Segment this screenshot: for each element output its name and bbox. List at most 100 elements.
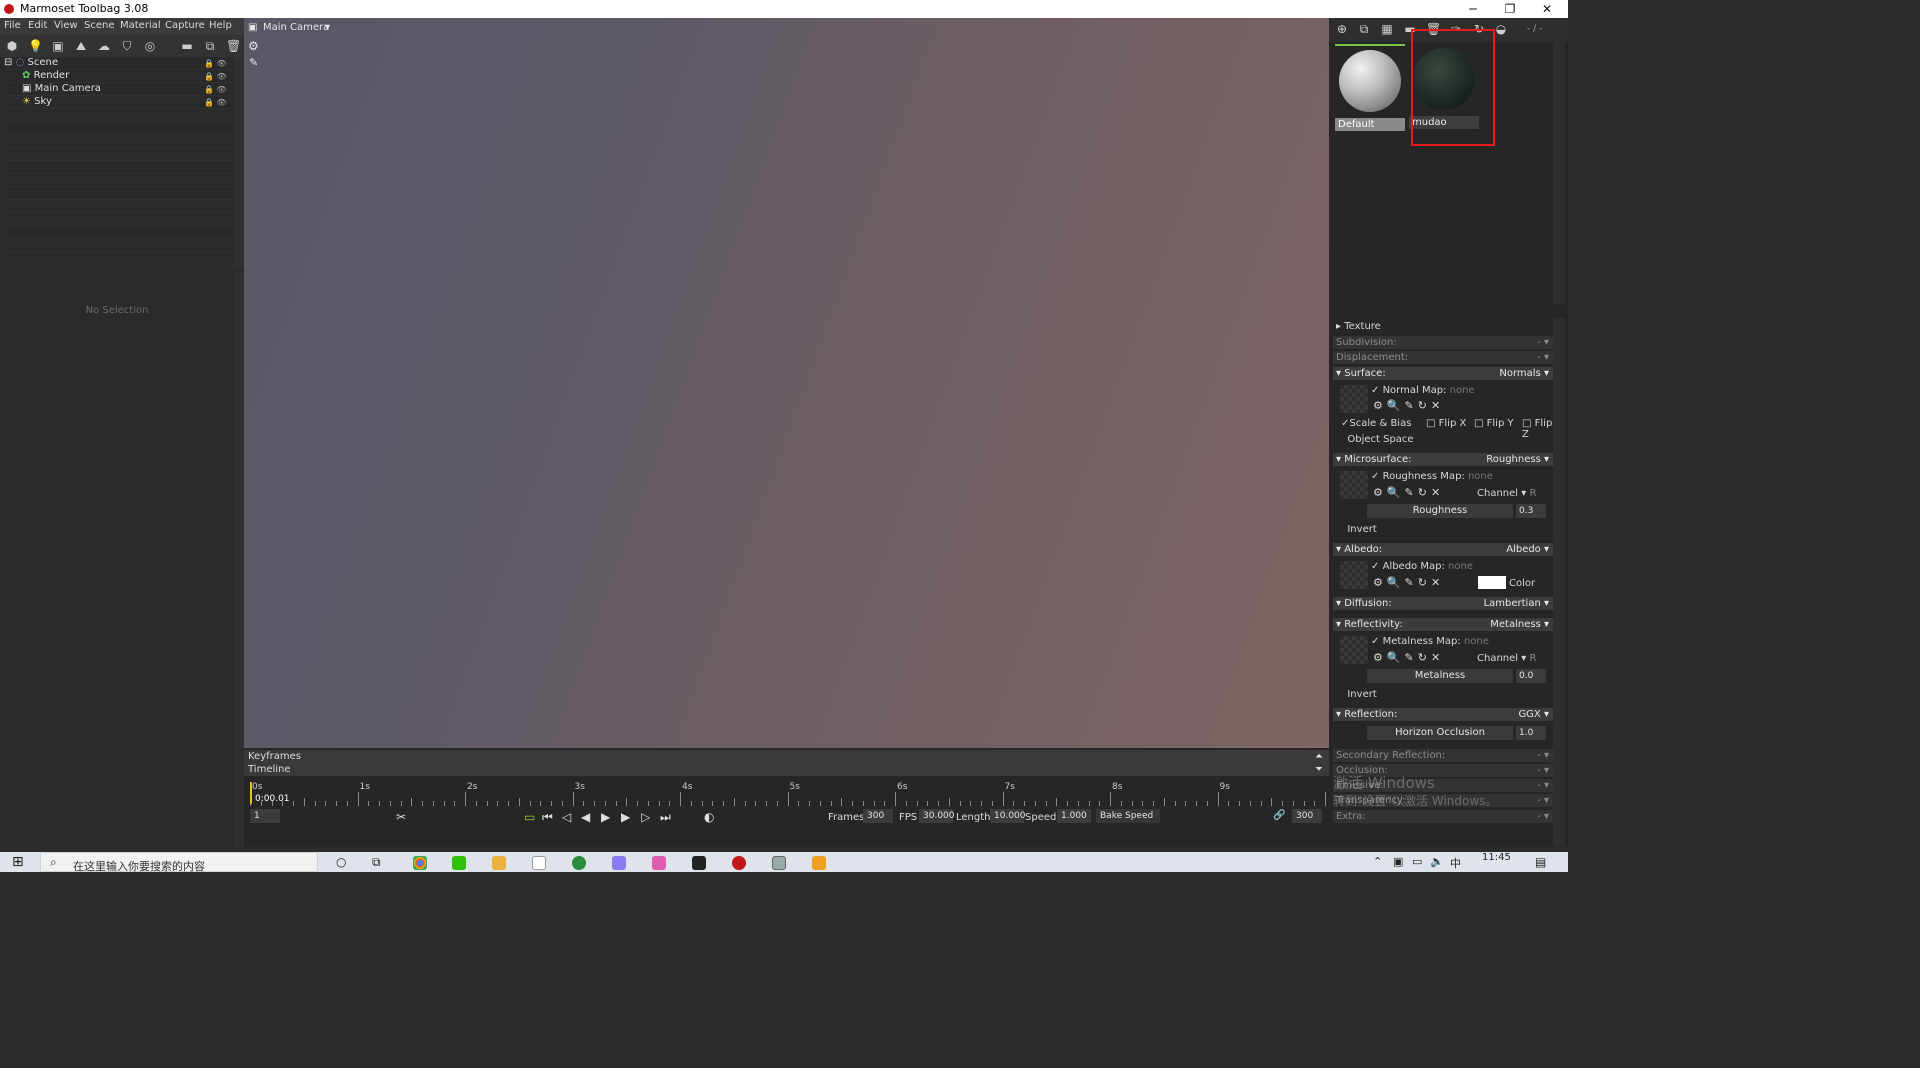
timeline-header[interactable]: Timeline ⏷ bbox=[244, 763, 1329, 776]
dropdown-value[interactable]: - ▾ bbox=[1537, 810, 1549, 823]
prev-key-icon[interactable]: ◁ bbox=[562, 810, 571, 824]
checker-icon[interactable]: ▦ bbox=[1380, 22, 1394, 36]
map-tools-icons[interactable]: ⚙🔍✎↻✕ bbox=[1373, 399, 1444, 412]
add-turntable-icon[interactable]: ⛉ bbox=[120, 39, 134, 53]
texture-section[interactable]: ▸ Texture bbox=[1336, 321, 1381, 332]
collapse-icon[interactable]: ⊟ bbox=[4, 57, 12, 68]
app-green-icon[interactable] bbox=[572, 856, 586, 870]
horizon-occlusion-slider[interactable]: Horizon Occlusion bbox=[1367, 726, 1513, 740]
invert-checkbox[interactable]: Invert bbox=[1341, 524, 1376, 535]
minimize-button[interactable]: ─ bbox=[1456, 0, 1490, 18]
volume-icon[interactable]: 🔈 bbox=[1430, 855, 1444, 868]
ime-indicator[interactable]: 中 bbox=[1450, 855, 1461, 871]
chrome-icon[interactable] bbox=[413, 856, 427, 870]
app-window-icon[interactable] bbox=[772, 856, 786, 870]
clock-time[interactable]: 11:45 bbox=[1482, 852, 1511, 863]
lock-eye-icon[interactable]: 🔒 👁 bbox=[204, 98, 227, 107]
tray-chevron-icon[interactable]: ⌃ bbox=[1373, 855, 1382, 868]
collapse-icon[interactable]: ⏷ bbox=[1315, 763, 1323, 776]
scale-bias-checkbox[interactable]: ✓Scale & Bias bbox=[1341, 418, 1411, 429]
material-list-scrollbar[interactable] bbox=[1553, 42, 1565, 304]
step-back-icon[interactable]: ◀ bbox=[581, 810, 590, 824]
notification-icon[interactable]: ▤ bbox=[1535, 855, 1546, 869]
menu-help[interactable]: Help bbox=[209, 20, 232, 31]
compass-icon[interactable]: ◒ bbox=[1494, 22, 1508, 36]
map-tools-icons[interactable]: ⚙🔍✎↻✕ bbox=[1373, 486, 1444, 499]
frames-field[interactable]: 300 bbox=[863, 809, 893, 823]
tree-item-render[interactable]: ✿ Render bbox=[22, 70, 69, 81]
chevron-down-icon[interactable]: ▾ bbox=[325, 22, 330, 33]
scissors-icon[interactable]: ✂ bbox=[396, 810, 406, 824]
flip-y-checkbox[interactable]: □ Flip Y bbox=[1474, 418, 1514, 429]
brush-icon[interactable]: ✎ bbox=[249, 56, 258, 69]
add-sky-icon[interactable]: ◎ bbox=[143, 39, 157, 53]
metalness-value[interactable]: 0.0 bbox=[1516, 669, 1546, 683]
diffusion-dropdown[interactable]: Lambertian ▾ bbox=[1484, 597, 1549, 610]
marmoset-taskbar-icon[interactable] bbox=[732, 856, 746, 870]
flip-x-checkbox[interactable]: □ Flip X bbox=[1426, 418, 1466, 429]
restore-button[interactable]: ❐ bbox=[1493, 0, 1527, 18]
lock-eye-icon[interactable]: 🔒 👁 bbox=[204, 72, 227, 81]
displacement-row[interactable]: Displacement: - ▾ bbox=[1333, 351, 1553, 364]
props-scrollbar[interactable] bbox=[1553, 318, 1565, 846]
add-camera-icon[interactable]: ▣ bbox=[51, 39, 65, 53]
menu-edit[interactable]: Edit bbox=[28, 20, 47, 31]
normal-map-thumbnail[interactable] bbox=[1340, 385, 1368, 413]
microsurface-dropdown[interactable]: Roughness ▾ bbox=[1486, 453, 1549, 466]
expand-icon[interactable]: ⏶ bbox=[1315, 750, 1323, 763]
check-icon[interactable]: ✓ bbox=[1371, 471, 1379, 482]
duplicate-material-icon[interactable]: ⧉ bbox=[1357, 22, 1371, 36]
speedometer-icon[interactable]: ◐ bbox=[704, 810, 714, 824]
metalness-map-thumbnail[interactable] bbox=[1340, 636, 1368, 664]
3d-viewport[interactable] bbox=[244, 18, 1329, 748]
check-icon[interactable]: ✓ bbox=[1371, 561, 1379, 572]
camera-dropdown[interactable]: Main Camera bbox=[263, 22, 329, 33]
skip-end-icon[interactable]: ⏭ bbox=[660, 810, 671, 825]
normal-map-row[interactable]: ✓ Normal Map: none bbox=[1371, 385, 1475, 396]
dropdown-value[interactable]: - ▾ bbox=[1537, 351, 1549, 364]
diffusion-section[interactable]: ▾ Diffusion: Lambertian ▾ bbox=[1333, 597, 1553, 610]
loop-icon[interactable]: ▭ bbox=[524, 810, 535, 824]
channel-dropdown[interactable]: Channel ▾ R bbox=[1477, 653, 1536, 664]
map-tools-icons[interactable]: ⚙🔍✎↻✕ bbox=[1373, 651, 1444, 664]
menu-file[interactable]: File bbox=[4, 20, 21, 31]
object-space-checkbox[interactable]: Object Space bbox=[1341, 434, 1413, 445]
text-editor-icon[interactable] bbox=[532, 856, 546, 870]
app-pinwheel-icon[interactable] bbox=[652, 856, 666, 870]
task-view-icon[interactable]: ⧉ bbox=[372, 855, 381, 870]
lock-eye-icon[interactable]: 🔒 👁 bbox=[204, 85, 227, 94]
cortana-icon[interactable]: ○ bbox=[336, 855, 346, 869]
dropdown-value[interactable]: - ▾ bbox=[1537, 794, 1549, 807]
surface-dropdown[interactable]: Normals ▾ bbox=[1499, 367, 1549, 380]
reflection-section[interactable]: ▾ Reflection: GGX ▾ bbox=[1333, 708, 1553, 721]
reflection-dropdown[interactable]: GGX ▾ bbox=[1518, 708, 1549, 721]
wechat-icon[interactable] bbox=[452, 856, 466, 870]
metalness-map-row[interactable]: ✓ Metalness Map: none bbox=[1371, 636, 1489, 647]
speed-field[interactable]: 1.000 bbox=[1057, 809, 1091, 823]
bake-speed-button[interactable]: Bake Speed bbox=[1096, 809, 1160, 823]
close-button[interactable]: ✕ bbox=[1530, 0, 1564, 18]
reflectivity-dropdown[interactable]: Metalness ▾ bbox=[1490, 618, 1549, 631]
horizon-occlusion-value[interactable]: 1.0 bbox=[1516, 726, 1546, 740]
menu-capture[interactable]: Capture bbox=[165, 20, 205, 31]
outliner-scrollbar[interactable] bbox=[234, 57, 244, 267]
extra-row[interactable]: Extra: - ▾ bbox=[1333, 810, 1553, 823]
play-icon[interactable]: ▶ bbox=[601, 810, 610, 824]
vlc-icon[interactable] bbox=[812, 856, 826, 870]
roughness-slider[interactable]: Roughness bbox=[1367, 504, 1513, 518]
dropdown-value[interactable]: - ▾ bbox=[1537, 764, 1549, 777]
secondary-reflection-row[interactable]: Secondary Reflection: - ▾ bbox=[1333, 749, 1553, 762]
dropdown-value[interactable]: - ▾ bbox=[1537, 749, 1549, 762]
folder-icon[interactable]: ▬ bbox=[180, 39, 194, 53]
roughness-map-row[interactable]: ✓ Roughness Map: none bbox=[1371, 471, 1493, 482]
length-field[interactable]: 10.000 bbox=[990, 809, 1026, 823]
microsurface-section[interactable]: ▾ Microsurface: Roughness ▾ bbox=[1333, 453, 1553, 466]
subdivision-row[interactable]: Subdivision: - ▾ bbox=[1333, 336, 1553, 349]
add-light-icon[interactable]: 💡 bbox=[28, 39, 43, 53]
keyframes-header[interactable]: Keyframes ⏶ bbox=[244, 750, 1329, 763]
tree-item-sky[interactable]: ☀ Sky bbox=[22, 96, 52, 107]
next-key-icon[interactable]: ▷ bbox=[641, 810, 650, 824]
app-purple-icon[interactable] bbox=[612, 856, 626, 870]
add-shadow-catcher-icon[interactable]: ⛰ bbox=[74, 39, 88, 53]
albedo-map-thumbnail[interactable] bbox=[1340, 561, 1368, 589]
